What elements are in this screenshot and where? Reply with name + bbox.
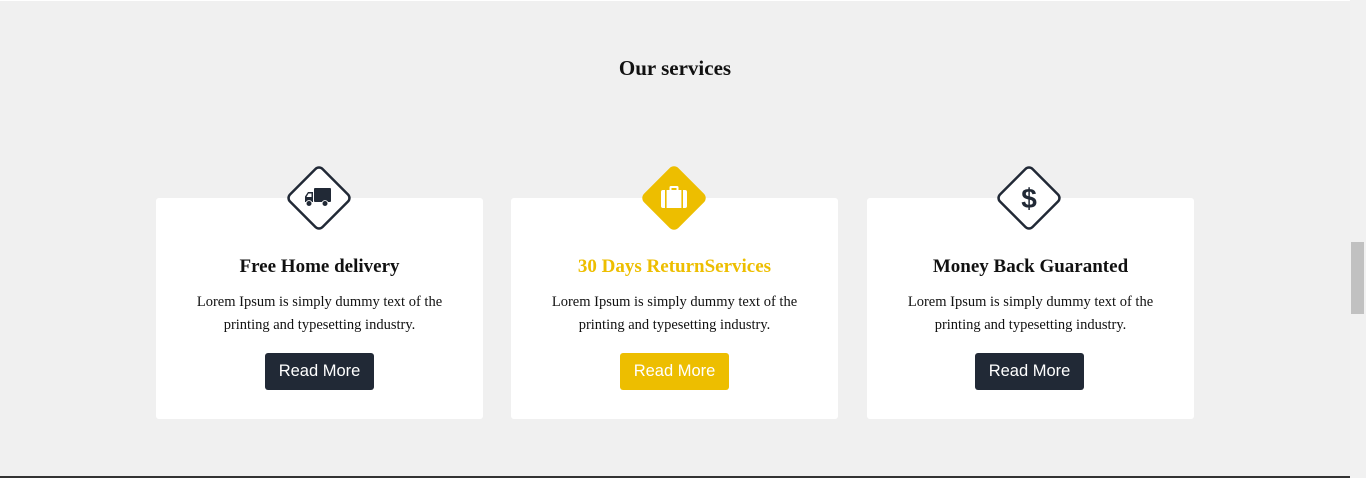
card-description: Lorem Ipsum is simply dummy text of the … xyxy=(551,294,798,333)
briefcase-icon-badge xyxy=(634,158,714,238)
svg-text:$: $ xyxy=(1021,183,1037,214)
truck-icon xyxy=(287,166,351,230)
card-title: Money Back Guaranted xyxy=(932,256,1129,277)
section-title: Our services xyxy=(618,56,732,80)
dollar-icon-badge: $ xyxy=(989,158,1069,238)
card-title: 30 Days ReturnServices xyxy=(577,256,772,277)
dollar-icon: $ xyxy=(997,166,1061,230)
truck-icon-badge xyxy=(279,158,359,238)
scrollbar-track[interactable] xyxy=(1350,0,1366,478)
top-divider xyxy=(0,0,1350,1)
scrollbar-thumb[interactable] xyxy=(1351,242,1364,314)
card-description: Lorem Ipsum is simply dummy text of the … xyxy=(196,294,443,333)
read-more-button[interactable]: Read More xyxy=(975,353,1084,390)
card-description: Lorem Ipsum is simply dummy text of the … xyxy=(907,294,1154,333)
services-page: Our services Free Home delivery Lorem Ip… xyxy=(0,0,1366,478)
card-title: Free Home delivery xyxy=(239,256,400,277)
read-more-button[interactable]: Read More xyxy=(620,353,729,390)
read-more-button[interactable]: Read More xyxy=(265,353,374,390)
briefcase-icon xyxy=(642,166,706,230)
